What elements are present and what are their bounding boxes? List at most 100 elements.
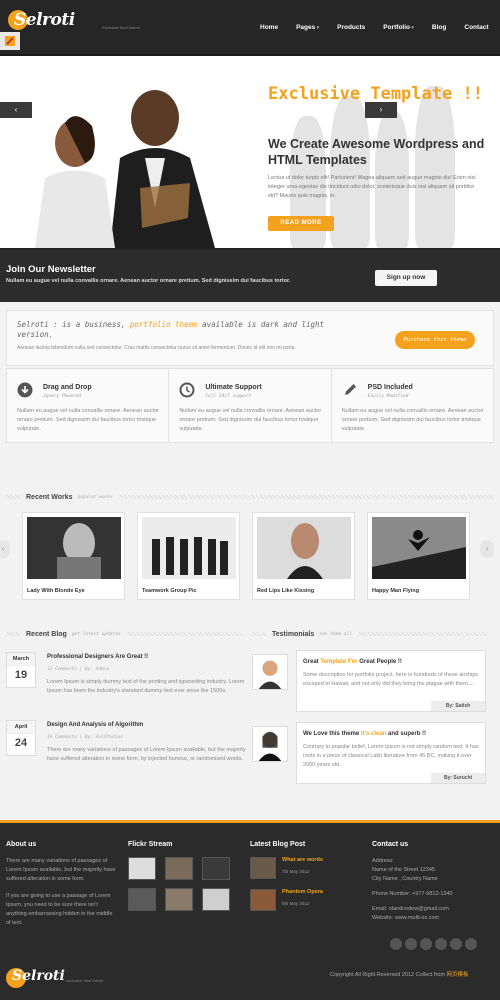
hero-slider: ‹ › Exclusive Template !! We Create Awes…	[0, 56, 500, 248]
facebook-icon[interactable]	[420, 938, 432, 950]
footer-about-p2: If you are going to use a passage of Lor…	[6, 893, 113, 926]
flickr-thumbnail[interactable]	[165, 857, 193, 880]
style-switcher-icon[interactable]	[0, 32, 20, 50]
flickr-thumbnail[interactable]	[128, 888, 156, 911]
skype-icon[interactable]	[405, 938, 417, 950]
flickr-thumbnail[interactable]	[165, 888, 193, 911]
feature-item: PSD Included Easily Modified Nullam eu a…	[332, 369, 493, 442]
rss-icon[interactable]	[435, 938, 447, 950]
latest-post-title: What are words	[282, 857, 323, 863]
blog-day: 24	[14, 737, 28, 749]
contact-email[interactable]: Email: nlandcodew@gmail.com	[372, 905, 494, 914]
feature-title: Ultimate Support	[205, 384, 262, 391]
blog-date: March 19	[6, 652, 36, 688]
flickr-thumbnail[interactable]	[202, 857, 230, 880]
nav-item-products[interactable]: Products	[337, 24, 365, 31]
feature-subtitle: Full 24/7 support	[205, 394, 252, 399]
testimonial-avatar	[252, 726, 288, 762]
intro-title: Selroti : is a business, portfolio theme…	[17, 320, 325, 339]
footer-logo-text[interactable]: Selroti	[12, 968, 65, 984]
pencil-icon	[344, 384, 356, 395]
purchase-theme-button[interactable]: Purchase this theme	[395, 331, 475, 349]
hero-read-more-button[interactable]: READ MORE	[268, 216, 334, 231]
section-subtitle: get latest updates	[71, 631, 121, 637]
blog-title-link[interactable]: Professional Designers Are Great !!	[47, 654, 148, 660]
testimonial-title: We Love this theme it's clean and superb…	[303, 731, 427, 737]
contact-city: City Name , Country Name	[372, 876, 438, 882]
history-clock-icon	[179, 382, 195, 398]
work-title: Red Lips Like Kissing	[257, 588, 315, 594]
site-logo[interactable]: Selroti	[8, 10, 75, 30]
section-subtitle: see them all	[319, 631, 352, 637]
recent-works-list: Lady With Blonde Eye Teamwork Group Pic …	[22, 512, 470, 600]
twitter-icon[interactable]	[390, 938, 402, 950]
testimonial-item: We Love this theme it's clean and superb…	[252, 722, 488, 788]
main-nav: Home Pages Products Portfolio Blog Conta…	[260, 24, 489, 31]
blog-post: March 19 Professional Designers Are Grea…	[6, 652, 246, 722]
contact-street: Name of the Street 12345	[372, 867, 435, 873]
blog-meta: 16 Comments | By: AnlStudios	[47, 735, 123, 740]
work-thumbnail	[257, 517, 351, 579]
feature-subtitle: Jquery Powered	[43, 394, 81, 399]
nav-item-contact[interactable]: Contact	[464, 24, 488, 31]
feature-body: Nullam eu augue vel nulla convallis orna…	[17, 408, 159, 432]
testimonial-item: Great Template For Great People !! Some …	[252, 650, 488, 716]
footer-flickr: Flickr Stream	[128, 841, 238, 911]
section-title: Recent Blog	[26, 630, 67, 638]
intro-body: Aenean lacinia bibendum nulla sed consec…	[17, 345, 296, 351]
flickr-thumbnail[interactable]	[128, 857, 156, 880]
blog-month: April	[7, 721, 35, 734]
blog-meta: 12 Comments | By: Admin	[47, 667, 110, 672]
testimonial-box: We Love this theme it's clean and superb…	[296, 722, 486, 784]
footer-latest-posts: Latest Blog Post What are words 7th May …	[250, 841, 360, 921]
testimonial-avatar	[252, 654, 288, 690]
blog-excerpt: There are many variations of passages of…	[47, 747, 246, 762]
blog-title-link[interactable]: Design And Analysis of Algorithm	[47, 722, 143, 728]
feature-title: PSD Included	[367, 384, 413, 391]
hero-title: Exclusive Template !!	[268, 84, 483, 104]
feature-body: Nullam eu augue vel nulla convallis orna…	[341, 408, 484, 432]
footer-contact: Contact us Address: Name of the Street 1…	[372, 841, 494, 923]
blog-excerpt: Lorem Ipsum is simply dummy text of the …	[47, 679, 245, 694]
collect-link[interactable]: 网页模板	[446, 972, 468, 978]
work-card[interactable]: Teamwork Group Pic	[137, 512, 240, 600]
newsletter-signup-button[interactable]: Sign up now	[375, 270, 437, 286]
testimonials-heading: Testimonials see them all	[252, 628, 488, 640]
works-prev-arrow[interactable]: ‹	[0, 540, 10, 558]
nav-item-home[interactable]: Home	[260, 24, 278, 31]
hero-prev-arrow[interactable]: ‹	[0, 102, 32, 118]
features-row: Drag and Drop Jquery Powered Nullam eu a…	[6, 368, 494, 443]
work-thumbnail	[142, 517, 236, 579]
flickr-thumbnail[interactable]	[202, 888, 230, 911]
logo-text: Selroti	[14, 10, 75, 30]
flickr-icon[interactable]	[465, 938, 477, 950]
newsletter-text: Nullam eu augue vel nulla convallis orna…	[6, 278, 291, 284]
testimonial-body: Some description for portfolio project, …	[303, 672, 479, 687]
testimonial-box: Great Template For Great People !! Some …	[296, 650, 486, 712]
works-next-arrow[interactable]: ›	[480, 540, 494, 558]
testimonial-author: By: Suruchi	[431, 773, 485, 783]
latest-post-date: 7th May 2012	[282, 869, 310, 874]
blog-date: April 24	[6, 720, 36, 756]
blog-month: March	[7, 653, 35, 666]
latest-post-title: Phantom Opera	[282, 889, 323, 895]
hero-subtitle: We Create Awesome Wordpress and HTML Tem…	[268, 137, 485, 167]
nav-item-blog[interactable]: Blog	[432, 24, 446, 31]
section-title: Testimonials	[272, 630, 315, 638]
contact-address-label: Address:	[372, 858, 394, 864]
latest-post-item[interactable]: What are words 7th May 2012	[250, 857, 360, 879]
vimeo-icon[interactable]	[450, 938, 462, 950]
nav-item-pages[interactable]: Pages	[296, 24, 319, 31]
latest-post-item[interactable]: Phantom Opera 9th May 2012	[250, 889, 360, 911]
contact-website[interactable]: Website: www.multi-ox.com	[372, 914, 494, 923]
feature-item: Drag and Drop Jquery Powered Nullam eu a…	[7, 369, 170, 442]
section-subtitle: popular works	[77, 494, 113, 500]
work-card[interactable]: Red Lips Like Kissing	[252, 512, 355, 600]
nav-item-portfolio[interactable]: Portfolio	[383, 24, 414, 31]
work-card[interactable]: Happy Man Flying	[367, 512, 470, 600]
section-title: Recent Works	[26, 493, 73, 501]
work-card[interactable]: Lady With Blonde Eye	[22, 512, 125, 600]
social-icons	[390, 938, 477, 950]
work-thumbnail	[27, 517, 121, 579]
blog-post: April 24 Design And Analysis of Algorith…	[6, 720, 246, 790]
